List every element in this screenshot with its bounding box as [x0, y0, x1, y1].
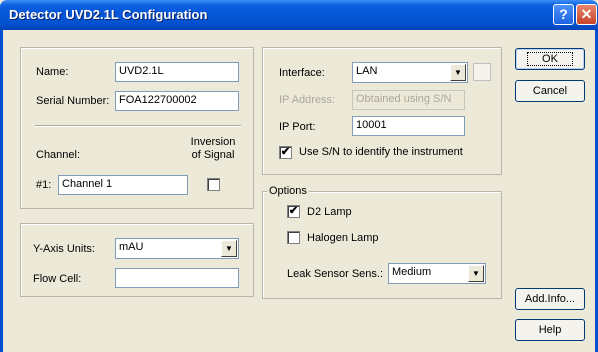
interface-select[interactable]: LAN ▼ [352, 62, 468, 83]
ok-button[interactable]: OK [515, 48, 585, 70]
options-group: Options ✔ D2 Lamp Halogen Lamp Leak Sens… [262, 185, 502, 299]
identity-separator [35, 125, 241, 127]
title-bar: Detector UVD2.1L Configuration ? ✕ [0, 0, 598, 30]
use-sn-label: Use S/N to identify the instrument [299, 146, 463, 158]
ip-address-field: Obtained using S/N [352, 90, 465, 110]
d2-lamp-checkbox[interactable]: ✔ [287, 205, 300, 218]
use-sn-checkbox[interactable]: ✔ [279, 146, 292, 159]
units-group: Y-Axis Units: mAU ▼ Flow Cell: [20, 223, 254, 297]
interface-group: Interface: LAN ▼ IP Address: Obtained us… [262, 47, 502, 175]
name-label: Name: [36, 66, 69, 78]
yaxis-units-label: Y-Axis Units: [33, 243, 95, 255]
yaxis-units-value: mAU [119, 241, 144, 253]
leak-sensor-label: Leak Sensor Sens.: [287, 268, 384, 280]
halogen-lamp-label: Halogen Lamp [307, 232, 379, 244]
window-title: Detector UVD2.1L Configuration [9, 7, 208, 22]
halogen-lamp-checkbox[interactable] [287, 231, 300, 244]
add-info-button[interactable]: Add.Info... [515, 288, 585, 310]
interface-label: Interface: [279, 67, 325, 79]
close-icon: ✕ [580, 6, 593, 22]
close-title-button[interactable]: ✕ [576, 4, 597, 25]
leak-sensor-select[interactable]: Medium ▼ [388, 263, 486, 284]
ip-port-field[interactable]: 10001 [352, 116, 465, 136]
identity-group: Name: UVD2.1L Serial Number: FOA12270000… [20, 47, 254, 209]
leak-sensor-value: Medium [392, 266, 432, 278]
options-legend: Options [267, 185, 309, 197]
chevron-down-icon[interactable]: ▼ [221, 240, 237, 257]
cancel-button[interactable]: Cancel [515, 80, 585, 102]
channel1-field[interactable]: Channel 1 [58, 175, 188, 195]
help-title-button[interactable]: ? [553, 4, 574, 25]
question-icon: ? [559, 6, 568, 22]
flow-cell-label: Flow Cell: [33, 273, 82, 285]
interface-value: LAN [356, 65, 378, 77]
flow-cell-field[interactable] [115, 268, 239, 288]
chevron-down-icon[interactable]: ▼ [468, 265, 484, 282]
channel-header: Channel: [36, 149, 81, 161]
channel1-label: #1: [36, 179, 52, 191]
inversion-checkbox[interactable] [207, 178, 220, 191]
yaxis-units-select[interactable]: mAU ▼ [115, 238, 239, 259]
ip-port-label: IP Port: [279, 121, 316, 133]
serial-number-label: Serial Number: [36, 95, 110, 107]
name-field[interactable]: UVD2.1L [115, 62, 239, 82]
ok-button-label: OK [527, 52, 573, 66]
serial-number-field[interactable]: FOA122700002 [115, 91, 239, 111]
inversion-header: Inversion of Signal [190, 136, 236, 161]
window-frame-left [0, 30, 3, 352]
chevron-down-icon[interactable]: ▼ [450, 64, 466, 81]
help-button[interactable]: Help [515, 319, 585, 341]
ip-address-label: IP Address: [279, 94, 336, 106]
d2-lamp-label: D2 Lamp [307, 206, 352, 218]
interface-settings-button[interactable] [473, 63, 491, 81]
